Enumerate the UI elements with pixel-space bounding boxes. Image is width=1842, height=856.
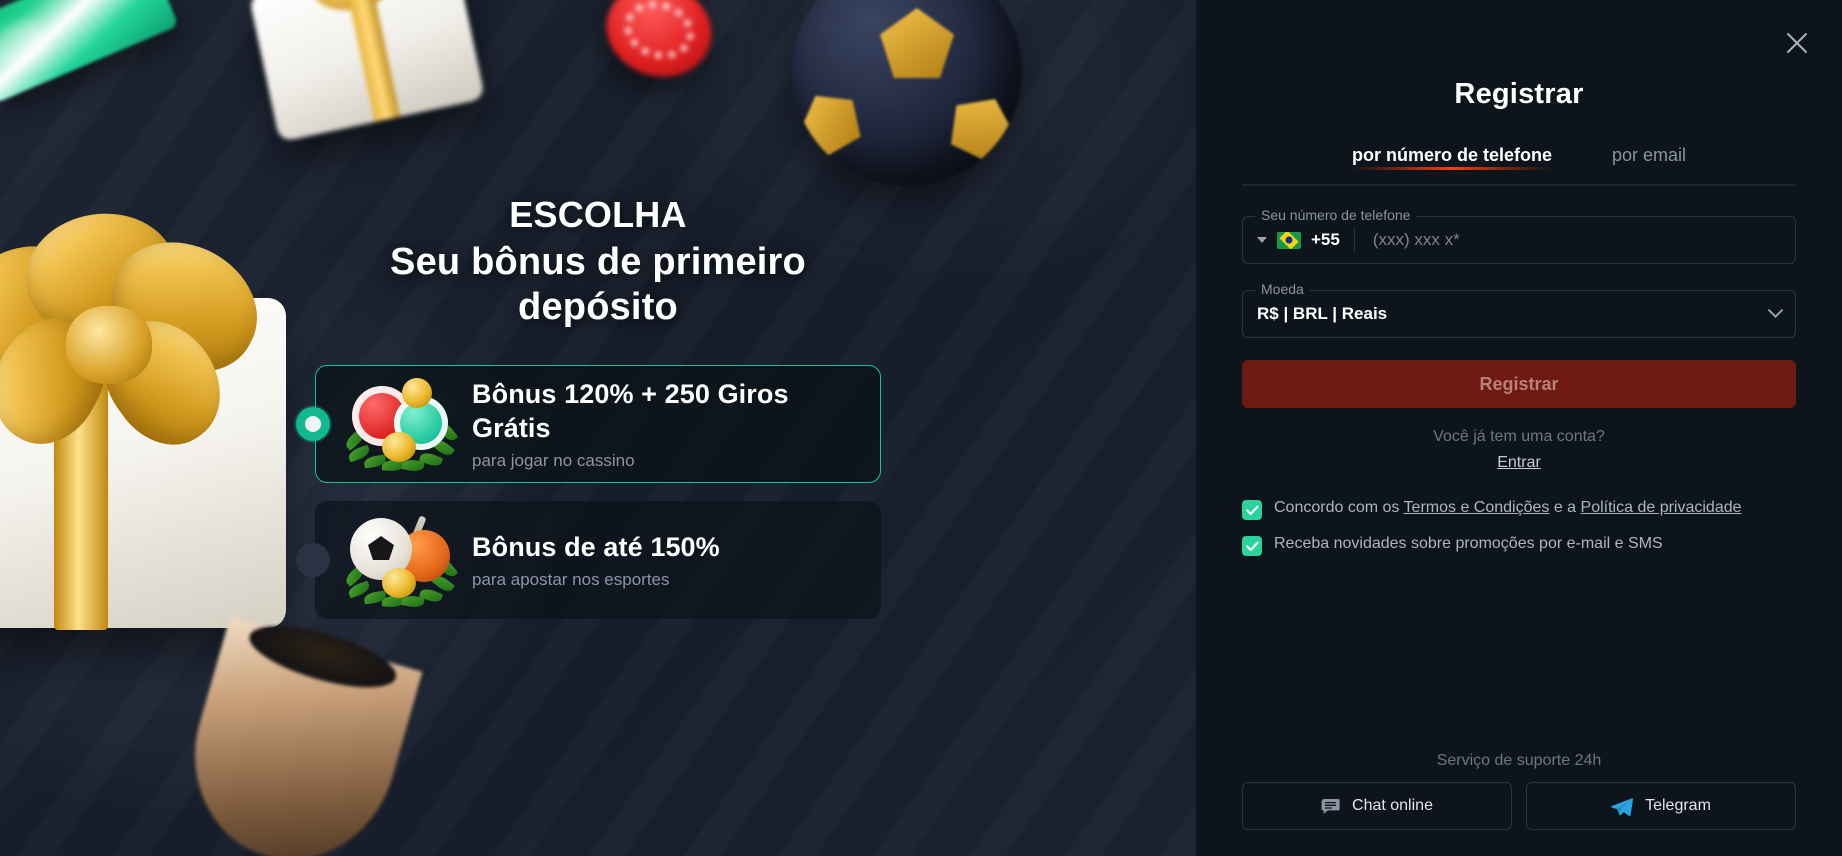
tab-by-phone[interactable]: por número de telefone [1351, 145, 1552, 170]
country-code-select[interactable]: +55 [1257, 227, 1355, 253]
bonus-title: Bônus 120% + 250 Giros Grátis [472, 378, 789, 443]
have-account-text: Você já tem uma conta? [1433, 428, 1605, 445]
bonus-option-sports[interactable]: Bônus de até 150% para apostar nos espor… [296, 500, 881, 619]
terms-checkbox[interactable] [1242, 500, 1262, 520]
page-title: Registrar [1454, 78, 1584, 110]
phone-number-input[interactable] [1354, 230, 1781, 250]
auth-method-tabs: por número de telefone por email [1242, 145, 1796, 186]
sports-balls-wreath-icon [342, 512, 459, 609]
privacy-policy-link[interactable]: Política de privacidade [1581, 499, 1742, 516]
chat-online-button[interactable]: Chat online [1242, 782, 1512, 830]
chat-bubble-icon [1321, 798, 1340, 815]
phone-field[interactable]: Seu número de telefone +55 [1242, 208, 1796, 264]
promo-kicker: ESCOLHA [509, 194, 687, 235]
promotions-consent-row[interactable]: Receba novidades sobre promoções por e-m… [1242, 534, 1796, 556]
support-buttons: Chat online Telegram [1242, 782, 1796, 830]
bonus-text-casino: Bônus 120% + 250 Giros Grátis para jogar… [472, 377, 858, 471]
gold-coin-icon [402, 377, 432, 408]
terms-consent-row[interactable]: Concordo com os Termos e Condições e a P… [1242, 498, 1796, 520]
chevron-down-icon [1257, 237, 1267, 243]
casino-chips-wreath-icon [342, 376, 459, 473]
bonus-title: Bônus de até 150% [472, 531, 720, 562]
brazil-flag-icon [1277, 231, 1301, 249]
active-tab-indicator [1351, 167, 1552, 170]
terms-and-conditions-link[interactable]: Termos e Condições [1404, 499, 1550, 516]
telegram-button[interactable]: Telegram [1526, 782, 1796, 830]
close-icon[interactable] [1778, 24, 1816, 62]
currency-select[interactable]: Moeda R$ | BRL | Reais [1242, 282, 1796, 338]
terms-text-a: Concordo com os [1274, 499, 1404, 516]
promo-title: Seu bônus de primeiro depósito [390, 240, 806, 329]
bonus-subtitle: para apostar nos esportes [472, 569, 670, 589]
telegram-label: Telegram [1645, 797, 1711, 814]
currency-value: R$ | BRL | Reais [1257, 304, 1388, 323]
promotions-checkbox[interactable] [1242, 536, 1262, 556]
telegram-icon [1611, 797, 1634, 816]
support-section: Serviço de suporte 24h Chat online Teleg… [1242, 752, 1796, 830]
chat-online-label: Chat online [1352, 797, 1433, 814]
phone-field-label: Seu número de telefone [1255, 208, 1417, 222]
promo-content: ESCOLHA Seu bônus de primeiro depósito B… [0, 0, 1196, 856]
bonus-option-casino[interactable]: Bônus 120% + 250 Giros Grátis para jogar… [296, 364, 881, 483]
bonus-radio-sports[interactable] [296, 542, 330, 577]
registration-modal-screen: ESCOLHA Seu bônus de primeiro depósito B… [0, 0, 1842, 856]
consent-checkbox-group: Concordo com os Termos e Condições e a P… [1242, 498, 1796, 556]
bonus-option-list: Bônus 120% + 250 Giros Grátis para jogar… [296, 364, 881, 619]
terms-consent-label: Concordo com os Termos e Condições e a P… [1274, 498, 1742, 518]
currency-field-label: Moeda [1255, 282, 1310, 296]
promo-panel: ESCOLHA Seu bônus de primeiro depósito B… [0, 0, 1196, 856]
login-link[interactable]: Entrar [1497, 454, 1541, 472]
country-code-value: +55 [1311, 230, 1340, 249]
register-button[interactable]: Registrar [1242, 360, 1796, 408]
chevron-down-icon [1767, 301, 1784, 318]
tab-by-email[interactable]: por email [1612, 145, 1686, 170]
gold-coin-icon [382, 431, 416, 462]
promotions-consent-label: Receba novidades sobre promoções por e-m… [1274, 535, 1663, 552]
tab-by-phone-label: por número de telefone [1351, 145, 1552, 165]
bonus-subtitle: para jogar no cassino [472, 451, 635, 470]
gold-coin-icon [382, 567, 416, 598]
tab-by-email-label: por email [1612, 145, 1687, 165]
terms-text-b: e a [1549, 499, 1581, 516]
promo-heading: ESCOLHA Seu bônus de primeiro depósito [0, 196, 1196, 331]
registration-panel: Registrar por número de telefone por ema… [1196, 0, 1842, 856]
support-label: Serviço de suporte 24h [1436, 752, 1602, 769]
bonus-text-sports: Bônus de até 150% para apostar nos espor… [472, 530, 858, 590]
bonus-radio-casino[interactable] [296, 406, 330, 441]
